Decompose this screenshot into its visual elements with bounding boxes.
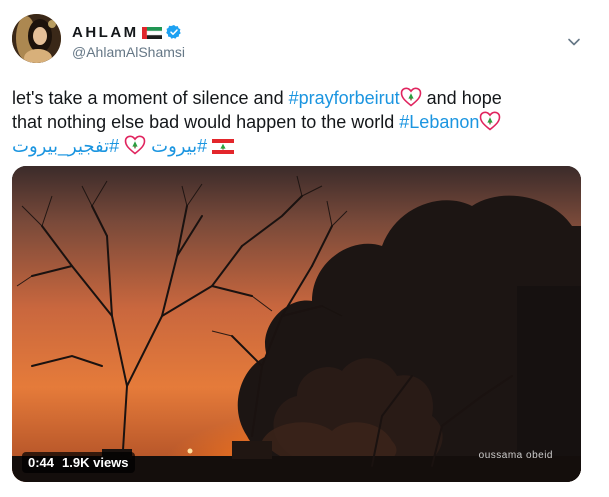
tweet-text-segment: let's take a moment of silence and xyxy=(12,88,289,108)
tweet-text-line-3: #تفجير_بيروت #بيروت xyxy=(12,134,235,158)
lebanon-flag-emoji xyxy=(212,136,235,154)
tweet-text-segment: and hope xyxy=(421,88,502,108)
video-stats-badge: 0:44 1.9K views xyxy=(22,452,135,473)
tweet-text-line-2: that nothing else bad would happen to th… xyxy=(12,110,501,134)
author-name-row[interactable]: AHLAM xyxy=(72,22,182,42)
lebanon-heart-emoji xyxy=(124,135,146,155)
author-display-name[interactable]: AHLAM xyxy=(72,24,139,41)
video-watermark: oussama obeid xyxy=(478,450,553,461)
video-views: 1.9K views xyxy=(62,455,129,470)
video-frame xyxy=(12,166,581,482)
tweet-card[interactable]: AHLAM @AhlamAlShamsi let's take a moment… xyxy=(0,0,609,497)
tweet-text-segment: that nothing else bad would happen to th… xyxy=(12,112,400,132)
hashtag-lebanon[interactable]: #Lebanon xyxy=(399,112,479,132)
hashtag-beirut-explosion[interactable]: #تفجير_بيروت xyxy=(12,136,119,156)
uae-flag-emoji xyxy=(141,26,162,39)
video-duration: 0:44 xyxy=(28,455,55,470)
video-player[interactable]: 0:44 1.9K views oussama obeid xyxy=(12,166,581,482)
lebanon-heart-emoji xyxy=(479,111,501,131)
tweet-text-line-1: let's take a moment of silence and #pray… xyxy=(12,86,502,110)
hashtag-beirut[interactable]: #بيروت xyxy=(151,136,207,156)
verified-badge-icon xyxy=(165,24,182,40)
author-handle[interactable]: @AhlamAlShamsi xyxy=(72,44,185,60)
hashtag-prayforbeirut[interactable]: #prayforbeirut xyxy=(289,88,400,108)
avatar[interactable] xyxy=(12,14,61,63)
lebanon-heart-emoji xyxy=(400,87,422,107)
chevron-down-icon[interactable] xyxy=(567,34,581,46)
